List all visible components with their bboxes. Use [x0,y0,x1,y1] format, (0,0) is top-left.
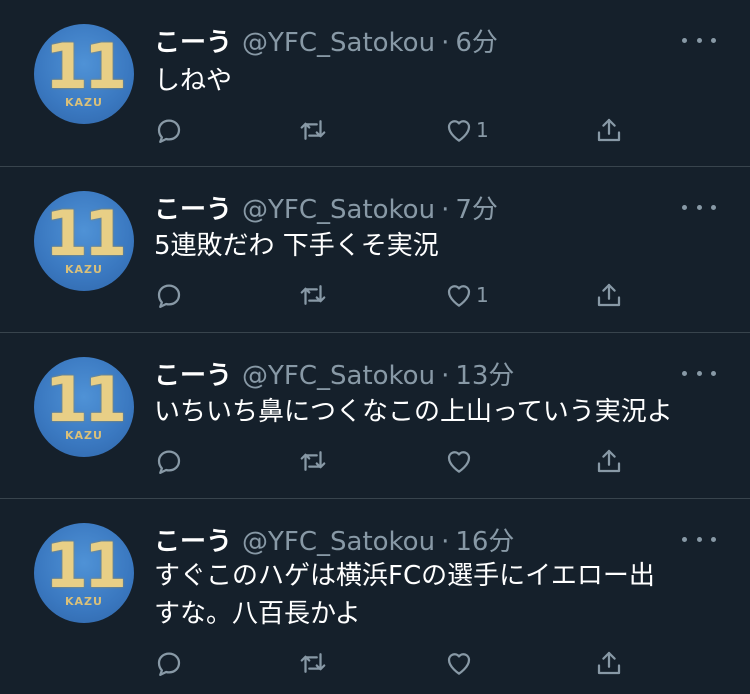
tweet-time[interactable]: 16分 [455,521,514,558]
share-icon [597,651,621,675]
avatar-text: KAZU [65,429,103,442]
share-button[interactable] [594,114,624,146]
avatar[interactable]: 11 KAZU [34,24,134,124]
retweet-icon [300,653,326,673]
like-icon [447,451,471,473]
retweet-button[interactable] [298,279,328,311]
avatar-text: KAZU [65,595,103,608]
user-handle[interactable]: @YFC_Satokou [242,195,435,225]
tweet-text-line: すぐこのハゲは横浜FCの選手にイエロー出 [154,561,655,591]
reply-icon [157,652,181,676]
like-count: 1 [476,118,489,142]
like-count: 1 [476,283,489,307]
share-button[interactable] [594,647,624,679]
retweet-icon [300,285,326,305]
reply-icon [157,119,181,143]
tweet[interactable]: 11 KAZU こーう @YFC_Satokou · 16分 すぐこのハゲは横浜… [0,499,750,694]
tweet-header: こーう @YFC_Satokou · 13分 [154,355,514,392]
display-name[interactable]: こーう [154,355,232,392]
tweet-time[interactable]: 7分 [455,189,498,226]
more-icon[interactable] [682,529,716,549]
user-handle[interactable]: @YFC_Satokou [242,527,435,557]
tweet-header: こーう @YFC_Satokou · 6分 [154,22,498,59]
share-icon [597,449,621,473]
avatar[interactable]: 11 KAZU [34,191,134,291]
like-button[interactable] [444,445,476,477]
avatar-number: 11 [44,30,127,103]
tweet-text: しねや [154,62,714,100]
tweet[interactable]: 11 KAZU こーう @YFC_Satokou · 7分 5連敗だわ 下手くそ… [0,167,750,333]
tweet-time[interactable]: 6分 [455,22,498,59]
display-name[interactable]: こーう [154,521,232,558]
share-button[interactable] [594,279,624,311]
separator-dot: · [441,361,450,391]
display-name[interactable]: こーう [154,22,232,59]
tweet-actions: 1 [154,114,634,146]
reply-icon [157,284,181,308]
tweet-actions [154,445,634,477]
avatar-text: KAZU [65,263,103,276]
retweet-icon [300,451,326,471]
retweet-button[interactable] [298,647,328,679]
like-icon [447,285,471,307]
separator-dot: · [441,527,450,557]
user-handle[interactable]: @YFC_Satokou [242,28,435,58]
tweet-actions [154,647,634,679]
tweet-time[interactable]: 13分 [455,355,514,392]
avatar[interactable]: 11 KAZU [34,523,134,623]
tweet-actions: 1 [154,279,634,311]
like-button[interactable] [444,647,476,679]
like-icon [447,653,471,675]
tweet-header: こーう @YFC_Satokou · 7分 [154,189,498,226]
like-icon [447,120,471,142]
separator-dot: · [441,28,450,58]
avatar[interactable]: 11 KAZU [34,357,134,457]
avatar-number: 11 [44,363,127,436]
retweet-icon [300,120,326,140]
share-button[interactable] [594,445,624,477]
separator-dot: · [441,195,450,225]
tweet-text-line: すな。八百長かよ [154,599,361,629]
more-icon[interactable] [682,197,716,217]
share-icon [597,118,621,142]
reply-icon [157,450,181,474]
tweet-text-line: いちいち鼻につくなこの上山っていう実況よ [154,397,673,427]
tweet-text: いちいち鼻につくなこの上山っていう実況よ [154,393,714,431]
avatar-number: 11 [44,529,127,602]
like-button[interactable]: 1 [444,279,489,311]
share-icon [597,283,621,307]
tweet-header: こーう @YFC_Satokou · 16分 [154,521,514,558]
like-button[interactable]: 1 [444,114,489,146]
more-icon[interactable] [682,30,716,50]
reply-button[interactable] [154,279,184,311]
tweet[interactable]: 11 KAZU こーう @YFC_Satokou · 6分 しねや 1 [0,0,750,167]
tweet[interactable]: 11 KAZU こーう @YFC_Satokou · 13分 いちいち鼻につくな… [0,333,750,499]
tweet-text-line: しねや [154,66,233,96]
avatar-text: KAZU [65,96,103,109]
tweet-text-line: 5連敗だわ 下手くそ実況 [154,231,439,261]
timeline-feed: 11 KAZU こーう @YFC_Satokou · 6分 しねや 1 11 K… [0,0,750,694]
display-name[interactable]: こーう [154,189,232,226]
tweet-text: すぐこのハゲは横浜FCの選手にイエロー出 すな。八百長かよ [154,557,714,633]
reply-button[interactable] [154,445,184,477]
avatar-number: 11 [44,197,127,270]
retweet-button[interactable] [298,445,328,477]
tweet-text: 5連敗だわ 下手くそ実況 [154,227,714,265]
retweet-button[interactable] [298,114,328,146]
user-handle[interactable]: @YFC_Satokou [242,361,435,391]
reply-button[interactable] [154,647,184,679]
more-icon[interactable] [682,363,716,383]
reply-button[interactable] [154,114,184,146]
